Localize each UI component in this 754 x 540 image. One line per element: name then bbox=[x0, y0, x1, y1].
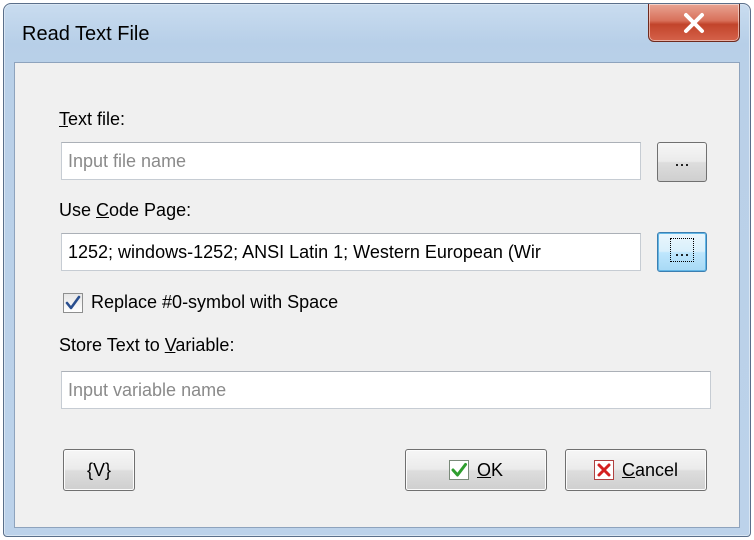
close-icon bbox=[649, 10, 739, 39]
text-file-input[interactable] bbox=[61, 142, 641, 180]
store-variable-input[interactable] bbox=[61, 371, 711, 409]
code-page-label: Use Code Page: bbox=[59, 200, 192, 220]
browse-file-button[interactable]: ... bbox=[657, 142, 707, 182]
ok-button[interactable]: OK bbox=[405, 449, 547, 491]
checkmark-icon bbox=[65, 295, 81, 310]
variables-button[interactable]: {V} bbox=[63, 449, 135, 491]
code-page-field[interactable]: 1252; windows-1252; ANSI Latin 1; Wester… bbox=[61, 233, 641, 271]
dialog-window: Read Text File Text file: ... Use Code P… bbox=[3, 3, 751, 537]
replace-symbol-label[interactable]: Replace #0-symbol with Space bbox=[91, 292, 338, 313]
text-file-label: Text file: bbox=[59, 109, 126, 129]
cancel-button[interactable]: Cancel bbox=[565, 449, 707, 491]
browse-code-page-button[interactable]: ... bbox=[657, 232, 707, 272]
store-variable-label: Store Text to Variable: bbox=[59, 335, 235, 355]
checkmark-icon bbox=[448, 460, 469, 480]
window-title: Read Text File bbox=[22, 23, 150, 45]
close-button[interactable] bbox=[648, 4, 740, 42]
replace-symbol-checkbox[interactable] bbox=[63, 293, 83, 313]
dialog-client-area: Text file: ... Use Code Page: 1252; wind… bbox=[14, 62, 740, 528]
red-x-icon bbox=[593, 460, 614, 480]
